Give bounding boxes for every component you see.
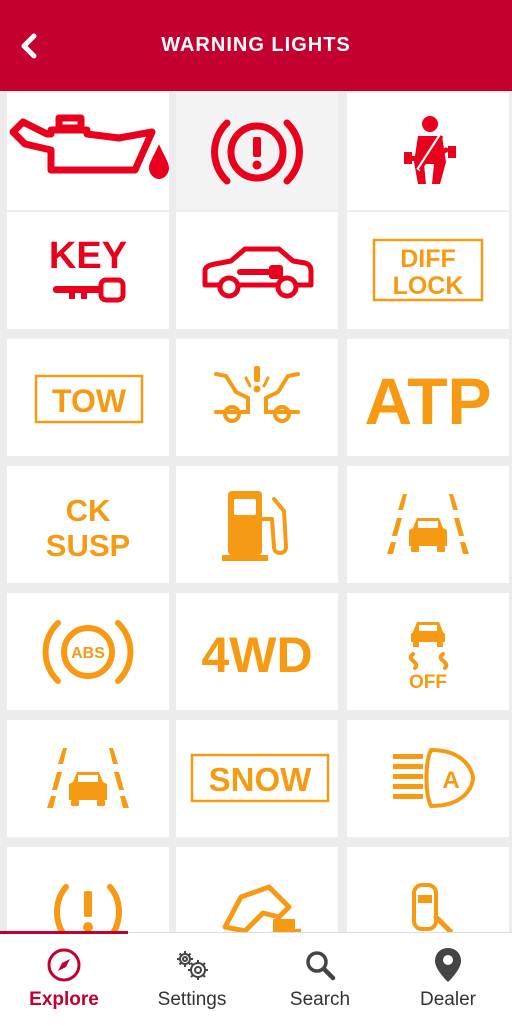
vdc-off-icon: OFF	[408, 621, 449, 692]
light-lane-departure-alt[interactable]	[7, 720, 169, 837]
light-ck-susp[interactable]: CK SUSP	[7, 466, 169, 583]
tab-dealer[interactable]: Dealer	[384, 933, 512, 1025]
tab-search-label: Search	[289, 989, 351, 1010]
light-oil-pressure[interactable]	[7, 93, 169, 210]
light-door-open[interactable]	[347, 847, 509, 932]
auto-headlight-icon: A	[393, 747, 475, 808]
light-forward-collision[interactable]	[176, 339, 338, 456]
light-abs[interactable]: ABS	[7, 593, 169, 710]
snow-label: SNOW	[209, 761, 313, 798]
tow-mode-icon: TOW	[34, 374, 144, 423]
auto-light-label: A	[442, 767, 459, 794]
tire-pressure-icon	[54, 883, 122, 932]
light-tpms[interactable]	[7, 847, 169, 932]
light-snow[interactable]: SNOW	[176, 720, 338, 837]
location-pin-icon	[435, 948, 461, 982]
lane-departure-icon	[47, 747, 129, 808]
gears-icon	[177, 951, 208, 980]
fuel-pump-icon	[222, 490, 288, 561]
key-label: KEY	[49, 235, 127, 277]
ck-susp-line2: SUSP	[46, 528, 130, 563]
lane-departure-icon	[387, 493, 469, 554]
search-icon	[306, 951, 336, 981]
fourwd-label: 4WD	[201, 627, 312, 683]
snow-mode-icon: SNOW	[190, 753, 330, 802]
abs-icon: ABS	[42, 619, 134, 684]
light-low-fuel[interactable]	[176, 466, 338, 583]
light-key[interactable]: KEY	[7, 212, 169, 329]
light-diff-lock[interactable]: DIFF LOCK	[347, 212, 509, 329]
four-wheel-drive-icon: 4WD	[201, 627, 312, 683]
car-key-icon	[202, 246, 314, 298]
atp-label: ATP	[364, 364, 491, 438]
abs-label: ABS	[71, 645, 105, 662]
light-hill-descent[interactable]	[176, 847, 338, 932]
warning-lights-grid: KEY DIFF LOCK TOW ATP CK SUSP ABS 4WD OF…	[0, 91, 512, 932]
light-lane-departure[interactable]	[347, 466, 509, 583]
page-title: WARNING LIGHTS	[161, 34, 351, 56]
light-tow[interactable]: TOW	[7, 339, 169, 456]
oil-can-icon	[9, 114, 169, 179]
light-brake[interactable]	[176, 93, 338, 210]
compass-icon	[47, 948, 81, 982]
tab-dealer-label: Dealer	[420, 989, 476, 1010]
light-vdc-off[interactable]: OFF	[347, 593, 509, 710]
atp-icon: ATP	[364, 364, 491, 438]
forward-collision-icon	[214, 365, 300, 423]
diff-lock-line2: LOCK	[393, 272, 464, 300]
tab-settings-label: Settings	[157, 989, 227, 1010]
bottom-tab-bar: Explore Settings Search Dealer	[0, 931, 512, 1025]
key-icon: KEY	[49, 235, 127, 302]
app-header: WARNING LIGHTS	[0, 0, 512, 91]
diff-lock-line1: DIFF	[400, 245, 456, 273]
tab-settings[interactable]: Settings	[128, 933, 256, 1025]
seat-belt-icon	[404, 115, 456, 184]
light-4wd[interactable]: 4WD	[176, 593, 338, 710]
door-open-icon	[412, 882, 454, 932]
light-seat-belt[interactable]	[347, 93, 509, 210]
hill-descent-icon	[222, 884, 302, 932]
brake-warning-icon	[211, 119, 303, 184]
tab-explore[interactable]: Explore	[0, 933, 128, 1025]
diff-lock-icon: DIFF LOCK	[372, 238, 484, 301]
ck-susp-line1: CK	[66, 493, 111, 528]
tab-search[interactable]: Search	[256, 933, 384, 1025]
light-atp[interactable]: ATP	[347, 339, 509, 456]
tab-explore-label: Explore	[29, 989, 99, 1010]
check-suspension-icon: CK SUSP	[46, 493, 130, 563]
light-intelligent-key[interactable]	[176, 212, 338, 329]
vdc-off-label: OFF	[409, 672, 447, 692]
tow-label: TOW	[52, 383, 127, 419]
light-auto-headlights[interactable]: A	[347, 720, 509, 837]
